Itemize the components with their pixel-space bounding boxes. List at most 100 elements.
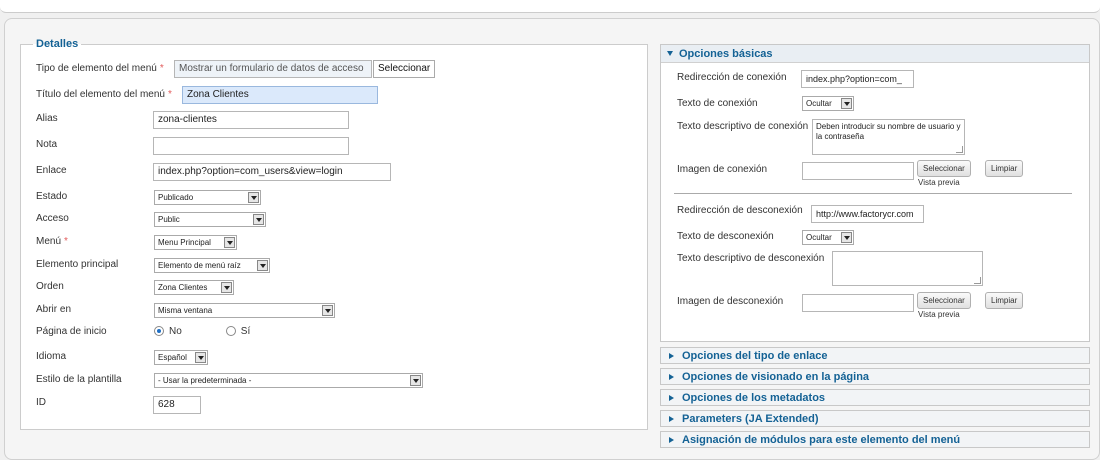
texto-des-select[interactable]: Ocultar — [802, 230, 854, 245]
chevron-right-icon — [669, 373, 674, 380]
abrir-label: Abrir en — [36, 303, 72, 315]
panel-title: Asignación de módulos para este elemento… — [682, 433, 961, 446]
tipo-field[interactable]: Mostrar un formulario de datos de acceso — [174, 60, 372, 78]
id-label: ID — [36, 396, 46, 408]
menu-label: Menú — [36, 235, 62, 247]
chevron-down-icon — [841, 98, 852, 109]
chevron-down-icon — [224, 237, 235, 248]
select-type-button[interactable]: Seleccionar — [373, 60, 435, 78]
img-con-clear-button[interactable]: Limpiar — [985, 160, 1024, 177]
redir-con-input[interactable]: index.php?option=com_ — [801, 70, 914, 88]
alias-input[interactable]: zona-clientes — [153, 111, 349, 129]
desc-des-label: Texto descriptivo de desconexión — [677, 253, 825, 264]
chevron-right-icon — [669, 394, 674, 401]
abrir-select[interactable]: Misma ventana — [154, 303, 335, 318]
idioma-select[interactable]: Español — [154, 350, 208, 365]
alias-row: Alias — [36, 108, 58, 128]
chevron-down-icon — [410, 375, 421, 386]
chevron-down-icon — [667, 51, 673, 56]
idioma-row: Idioma — [36, 346, 66, 366]
radio-si[interactable] — [225, 326, 236, 336]
chevron-down-icon — [841, 232, 852, 243]
abrir-row: Abrir en — [36, 299, 71, 319]
chevron-right-icon — [669, 436, 674, 443]
img-des-clear-button[interactable]: Limpiar — [985, 292, 1024, 309]
redir-des-label: Redirección de desconexión — [677, 205, 803, 216]
img-con-preview: Vista previa — [918, 178, 960, 187]
redir-des-input[interactable]: http://www.factorycr.com — [811, 205, 924, 223]
required-mark: * — [159, 62, 164, 74]
id-row: ID — [36, 392, 46, 412]
panel-ja-extended[interactable]: Parameters (JA Extended) — [660, 410, 1090, 427]
id-field: 628 — [153, 396, 201, 414]
chevron-down-icon — [195, 352, 206, 363]
titulo-input[interactable]: Zona Clientes — [182, 86, 378, 104]
nota-label: Nota — [36, 138, 58, 150]
basic-options-header[interactable]: Opciones básicas — [661, 45, 1089, 63]
estado-select[interactable]: Publicado — [154, 190, 261, 205]
required-mark: * — [64, 235, 68, 247]
estilo-value: - Usar la predeterminada - — [158, 376, 252, 385]
acceso-row: Acceso — [36, 208, 69, 228]
estado-value: Publicado — [158, 193, 194, 202]
acceso-select[interactable]: Public — [154, 212, 266, 227]
idioma-label: Idioma — [36, 350, 67, 362]
divider — [674, 193, 1072, 194]
img-con-select-button[interactable]: Seleccionar — [917, 160, 971, 177]
top-panel-edge — [0, 0, 1100, 13]
tipo-row: Tipo de elemento del menú * — [36, 58, 164, 78]
titulo-label: Título del elemento del menú — [36, 88, 165, 100]
panel-title: Opciones de los metadatos — [682, 391, 826, 404]
radio-si-label: Sí — [240, 325, 251, 337]
img-con-label: Imagen de conexión — [677, 164, 768, 175]
estado-label: Estado — [36, 190, 68, 202]
texto-con-select[interactable]: Ocultar — [802, 96, 854, 111]
redir-con-label: Redirección de conexión — [677, 72, 787, 83]
panel-page-display-options[interactable]: Opciones de visionado en la página — [660, 368, 1090, 385]
img-des-label: Imagen de desconexión — [677, 296, 784, 307]
desc-des-textarea[interactable] — [832, 251, 983, 286]
texto-des-label: Texto de desconexión — [677, 231, 774, 242]
desc-con-label: Texto descriptivo de conexión — [677, 121, 809, 132]
panel-metadata-options[interactable]: Opciones de los metadatos — [660, 389, 1090, 406]
elemento-row: Elemento principal — [36, 254, 118, 274]
texto-con-label: Texto de conexión — [677, 98, 758, 109]
nota-input[interactable] — [153, 137, 349, 155]
idioma-value: Español — [158, 353, 187, 362]
estilo-select[interactable]: - Usar la predeterminada - — [154, 373, 423, 388]
abrir-value: Misma ventana — [158, 306, 213, 315]
panel-title: Parameters (JA Extended) — [682, 412, 819, 425]
img-des-input[interactable] — [802, 294, 914, 312]
orden-value: Zona Clientes — [158, 283, 208, 292]
img-des-select-button[interactable]: Seleccionar — [917, 292, 971, 309]
radio-no-label: No — [169, 325, 182, 337]
orden-label: Orden — [36, 280, 64, 292]
estado-row: Estado — [36, 186, 67, 206]
menu-select[interactable]: Menu Principal — [154, 235, 237, 250]
panel-module-assignment[interactable]: Asignación de módulos para este elemento… — [660, 431, 1090, 448]
enlace-label: Enlace — [36, 164, 67, 176]
chevron-down-icon — [248, 192, 259, 203]
panel-link-type-options[interactable]: Opciones del tipo de enlace — [660, 347, 1090, 364]
basic-options-title: Opciones básicas — [679, 47, 773, 60]
elemento-select[interactable]: Elemento de menú raíz — [154, 258, 270, 273]
panel-title: Opciones del tipo de enlace — [682, 349, 828, 362]
chevron-down-icon — [221, 282, 232, 293]
chevron-right-icon — [669, 415, 674, 422]
desc-con-textarea[interactable]: Deben introducir su nombre de usuario y … — [812, 119, 965, 155]
orden-row: Orden — [36, 276, 64, 296]
chevron-down-icon — [253, 214, 264, 225]
tipo-label: Tipo de elemento del menú — [36, 62, 157, 74]
elemento-value: Elemento de menú raíz — [158, 261, 241, 270]
menu-value: Menu Principal — [158, 238, 211, 247]
enlace-row: Enlace — [36, 160, 67, 180]
enlace-input[interactable]: index.php?option=com_users&view=login — [153, 163, 391, 181]
img-con-input[interactable] — [802, 162, 914, 180]
img-des-preview: Vista previa — [918, 310, 960, 319]
chevron-right-icon — [669, 352, 674, 359]
radio-no[interactable] — [154, 326, 164, 336]
orden-select[interactable]: Zona Clientes — [154, 280, 234, 295]
acceso-value: Public — [158, 215, 180, 224]
details-legend: Detalles — [36, 38, 79, 50]
estilo-label: Estilo de la plantilla — [36, 373, 122, 385]
